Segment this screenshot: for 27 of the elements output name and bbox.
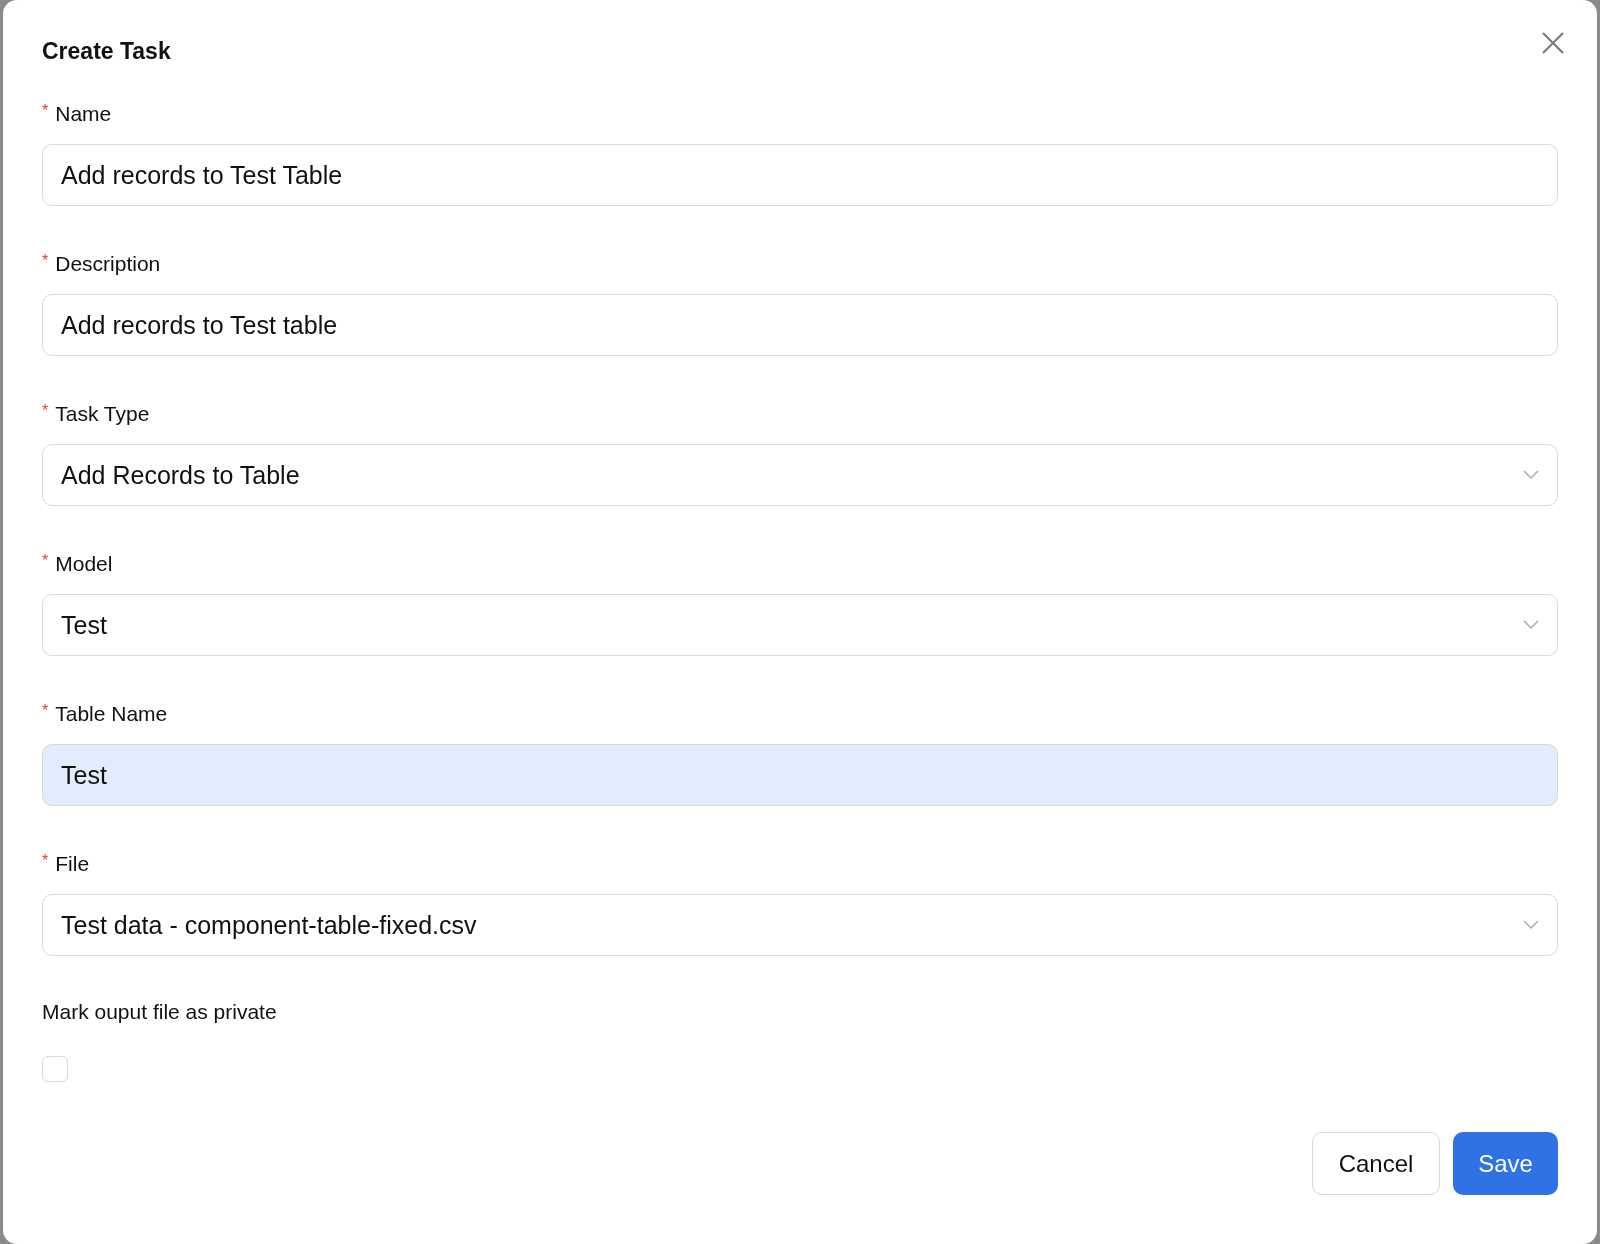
field-label: Description [55, 252, 161, 276]
chevron-down-icon [1523, 620, 1539, 630]
required-mark: * [42, 852, 49, 870]
required-mark: * [42, 102, 49, 120]
checkbox-label: Mark ouput file as private [42, 1000, 278, 1024]
field-label: Model [55, 552, 113, 576]
field-label: File [55, 852, 90, 876]
save-button[interactable]: Save [1453, 1132, 1558, 1195]
cancel-button[interactable]: Cancel [1312, 1132, 1440, 1195]
dropdown-field[interactable]: Test data - component-table-fixed.csv [42, 894, 1558, 956]
field-label: Table Name [55, 702, 168, 726]
required-mark: * [42, 402, 49, 420]
text-field[interactable]: Test [42, 744, 1558, 806]
close-icon[interactable] [1542, 32, 1564, 54]
field-label: Name [55, 102, 112, 126]
chevron-down-icon [1523, 920, 1539, 930]
text-field[interactable]: Add records to Test table [42, 294, 1558, 356]
dropdown-field[interactable]: Add Records to Table [42, 444, 1558, 506]
field-label: Task Type [55, 402, 150, 426]
required-mark: * [42, 552, 49, 570]
text-field[interactable]: Add records to Test Table [42, 144, 1558, 206]
checkbox[interactable] [42, 1056, 68, 1082]
dialog-title: Create Task [42, 38, 171, 64]
chevron-down-icon [1523, 470, 1539, 480]
required-mark: * [42, 252, 49, 270]
dropdown-field[interactable]: Test [42, 594, 1558, 656]
required-mark: * [42, 702, 49, 720]
